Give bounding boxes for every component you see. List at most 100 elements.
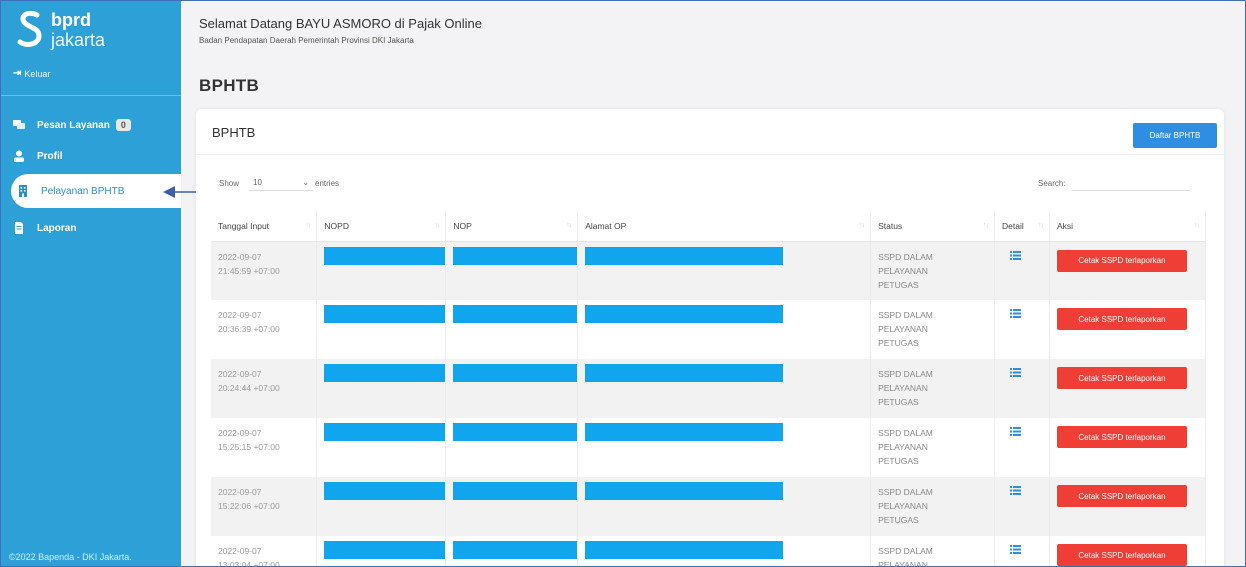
column-header-status[interactable]: Status ↑↓ bbox=[870, 211, 995, 242]
sidebar-item-label: Pelayanan BPHTB bbox=[41, 185, 125, 197]
status-line: PELAYANAN bbox=[878, 560, 928, 567]
table-row: 2022-09-07 15:25:15 +07:00 SSPD DALAM PELA… bbox=[211, 418, 1207, 477]
card-title: BPHTB bbox=[212, 125, 256, 140]
cell-nopd bbox=[316, 418, 447, 477]
bphtb-table: Tanggal Input ↑↓ NOPD ↑↓ NOP ↑↓ Alamat OP ↑↓… bbox=[211, 211, 1207, 567]
status-line: PELAYANAN bbox=[878, 501, 928, 511]
table-row: 2022-09-07 13:03:04 +07:00 SSPD DALAM PELA… bbox=[211, 536, 1207, 567]
list-detail-icon[interactable] bbox=[1010, 427, 1021, 436]
redacted-nop bbox=[453, 423, 578, 441]
sidebar-item-profil[interactable]: Profil bbox=[1, 139, 181, 173]
redacted-alamat bbox=[585, 246, 784, 265]
status-line: PELAYANAN bbox=[878, 265, 928, 276]
search-control: Search: bbox=[1038, 175, 1190, 191]
redacted-nop bbox=[453, 541, 578, 559]
cell-nop bbox=[445, 359, 579, 418]
cell-alamat-op bbox=[577, 536, 872, 566]
status-line: PETUGAS bbox=[878, 338, 919, 348]
table-row: 2022-09-07 21:45:59 +07:00 SSPD DALAM PELA… bbox=[211, 241, 1207, 300]
list-detail-icon[interactable] bbox=[1010, 250, 1021, 260]
cetak-sspd-button[interactable]: Cetak SSPD terlaporkan bbox=[1056, 485, 1187, 507]
chat-icon bbox=[13, 120, 25, 129]
cell-alamat-op bbox=[577, 477, 872, 536]
redacted-nopd bbox=[324, 246, 446, 265]
table-row: 2022-09-07 20:24:44 +07:00 SSPD DALAM PELA… bbox=[211, 359, 1207, 418]
bprd-logo[interactable]: bprd jakarta bbox=[15, 9, 135, 53]
column-header-tanggal-input[interactable]: Tanggal Input ↑↓ bbox=[211, 211, 318, 242]
column-header-aksi[interactable]: Aksi ↑↓ bbox=[1049, 211, 1207, 242]
status-line: SSPD DALAM bbox=[878, 369, 933, 379]
sidebar-item-laporan[interactable]: Laporan bbox=[1, 211, 181, 245]
cell-nopd bbox=[316, 359, 447, 418]
cell-tanggal-input: 2022-09-07 21:45:59 +07:00 bbox=[211, 241, 318, 300]
sidebar-item-pesan-layanan[interactable]: Pesan Layanan 0 bbox=[1, 108, 181, 142]
daftar-bphtb-button[interactable]: Daftar BPHTB bbox=[1133, 123, 1217, 148]
list-detail-icon[interactable] bbox=[1010, 309, 1021, 318]
cell-tanggal-input: 2022-09-07 13:03:04 +07:00 bbox=[211, 536, 318, 567]
table-row: 2022-09-07 15:22:06 +07:00 SSPD DALAM PELA… bbox=[211, 477, 1207, 536]
status-line: PETUGAS bbox=[878, 279, 919, 290]
bprd-logo-icon bbox=[17, 11, 42, 47]
redacted-alamat bbox=[585, 305, 784, 323]
logout-icon: ⇥ bbox=[13, 68, 22, 79]
input-date: 2022-09-07 bbox=[218, 310, 262, 320]
cell-nopd bbox=[316, 536, 447, 566]
sort-icon: ↑↓ bbox=[1194, 222, 1200, 229]
entries-select[interactable]: 10 ⌄ bbox=[249, 175, 314, 191]
column-header-detail[interactable]: Detail ↑↓ bbox=[994, 211, 1050, 242]
status-line: PETUGAS bbox=[878, 515, 919, 525]
cetak-sspd-button[interactable]: Cetak SSPD terlaporkan bbox=[1056, 544, 1187, 566]
cell-status: SSPD DALAM PELAYANAN PETUGAS bbox=[870, 300, 995, 359]
cell-aksi: Cetak SSPD terlaporkan bbox=[1049, 241, 1207, 300]
welcome-message: Selamat Datang BAYU ASMORO di Pajak Onli… bbox=[199, 16, 482, 31]
status-line: PETUGAS bbox=[878, 456, 919, 466]
column-header-alamat-op[interactable]: Alamat OP ↑↓ bbox=[577, 211, 872, 242]
status-line: SSPD DALAM bbox=[878, 487, 933, 497]
logout-link[interactable]: ⇥ Keluar bbox=[13, 68, 50, 79]
sort-icon: ↑↓ bbox=[1037, 222, 1044, 229]
cetak-sspd-button[interactable]: Cetak SSPD terlaporkan bbox=[1056, 308, 1187, 330]
cell-tanggal-input: 2022-09-07 20:24:44 +07:00 bbox=[211, 359, 318, 418]
cell-aksi: Cetak SSPD terlaporkan bbox=[1049, 359, 1207, 418]
list-detail-icon[interactable] bbox=[1010, 368, 1021, 377]
redacted-nopd bbox=[324, 364, 446, 382]
cell-status: SSPD DALAM PELAYANAN PETUGAS bbox=[870, 418, 995, 477]
show-label: Show bbox=[219, 178, 240, 188]
cell-detail bbox=[994, 536, 1050, 566]
sidebar-item-label: Laporan bbox=[37, 222, 77, 234]
table-row: 2022-09-07 20:36:39 +07:00 SSPD DALAM PELA… bbox=[211, 300, 1207, 359]
cell-tanggal-input: 2022-09-07 20:36:39 +07:00 bbox=[211, 300, 318, 359]
input-time: 13:03:04 +07:00 bbox=[218, 560, 280, 567]
redacted-nop bbox=[453, 246, 578, 265]
list-detail-icon[interactable] bbox=[1010, 545, 1021, 554]
cell-tanggal-input: 2022-09-07 15:25:15 +07:00 bbox=[211, 418, 318, 477]
chevron-down-icon: ⌄ bbox=[302, 178, 310, 187]
list-detail-icon[interactable] bbox=[1010, 486, 1021, 495]
sidebar-item-pelayanan-bphtb[interactable]: Pelayanan BPHTB bbox=[11, 174, 181, 208]
cetak-sspd-button[interactable]: Cetak SSPD terlaporkan bbox=[1056, 426, 1187, 448]
user-icon bbox=[14, 150, 24, 162]
brand-line1: bprd bbox=[51, 10, 91, 30]
redacted-alamat bbox=[585, 482, 784, 500]
cell-aksi: Cetak SSPD terlaporkan bbox=[1049, 477, 1207, 536]
cell-alamat-op bbox=[577, 300, 872, 359]
document-icon bbox=[15, 222, 23, 234]
card-divider bbox=[196, 154, 1224, 155]
status-line: SSPD DALAM bbox=[878, 546, 933, 556]
sidebar: bprd jakarta ⇥ Keluar Pesan Layanan 0 Pr… bbox=[1, 1, 181, 566]
search-input[interactable] bbox=[1071, 175, 1190, 191]
entries-value: 10 bbox=[253, 178, 262, 187]
brand-line2: jakarta bbox=[51, 30, 106, 50]
status-line: PELAYANAN bbox=[878, 442, 928, 452]
input-date: 2022-09-07 bbox=[218, 251, 262, 262]
cell-alamat-op bbox=[577, 241, 872, 300]
cetak-sspd-button[interactable]: Cetak SSPD terlaporkan bbox=[1056, 367, 1187, 389]
column-header-nopd[interactable]: NOPD ↑↓ bbox=[316, 211, 447, 242]
sidebar-item-label: Pesan Layanan bbox=[37, 119, 110, 131]
cell-nop bbox=[445, 477, 579, 536]
column-header-nop[interactable]: NOP ↑↓ bbox=[445, 211, 579, 242]
cell-nopd bbox=[316, 241, 447, 300]
cell-status: SSPD DALAM PELAYANAN PETUGAS bbox=[870, 477, 995, 536]
bphtb-card: BPHTB Daftar BPHTB Show 10 ⌄ entries Sea… bbox=[196, 109, 1224, 567]
cetak-sspd-button[interactable]: Cetak SSPD terlaporkan bbox=[1056, 249, 1187, 272]
